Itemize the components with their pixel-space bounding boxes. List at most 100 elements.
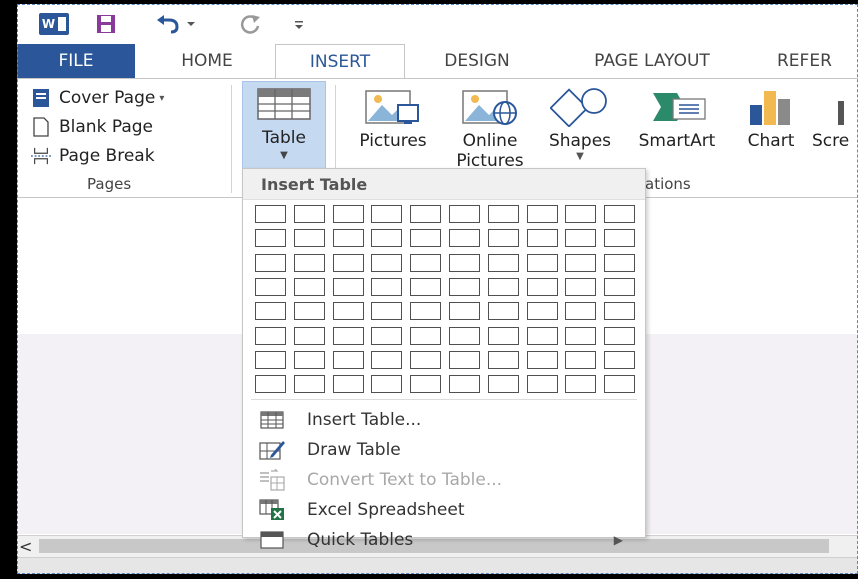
table-grid-cell[interactable]: [565, 205, 597, 223]
table-grid-cell[interactable]: [449, 205, 480, 223]
table-grid-cell[interactable]: [332, 375, 364, 394]
table-grid-cell[interactable]: [526, 302, 558, 321]
table-grid-cell[interactable]: [332, 302, 364, 321]
table-grid-cell[interactable]: [371, 302, 403, 321]
table-button[interactable]: Table ▼: [242, 81, 326, 177]
table-grid-cell[interactable]: [371, 205, 403, 223]
table-grid-cell[interactable]: [604, 302, 636, 321]
table-grid-cell[interactable]: [410, 253, 442, 272]
table-grid-cell[interactable]: [255, 277, 286, 296]
table-grid-cell[interactable]: [526, 375, 558, 394]
table-grid-cell[interactable]: [410, 302, 442, 321]
tab-references[interactable]: REFER: [777, 44, 858, 78]
table-grid-cell[interactable]: [604, 277, 636, 296]
shapes-button[interactable]: Shapes ▼: [539, 83, 621, 175]
table-grid-cell[interactable]: [371, 229, 403, 248]
table-grid-cell[interactable]: [293, 277, 325, 296]
convert-text-to-table-menu-item[interactable]: Convert Text to Table...: [243, 465, 645, 495]
table-grid-cell[interactable]: [604, 350, 636, 369]
page-break-button[interactable]: Page Break: [31, 143, 155, 169]
table-grid-cell[interactable]: [410, 326, 442, 345]
table-grid-cell[interactable]: [255, 350, 286, 369]
tab-file[interactable]: FILE: [17, 44, 135, 78]
online-pictures-button[interactable]: Online Pictures: [449, 83, 531, 175]
table-grid-cell[interactable]: [449, 350, 480, 369]
table-grid-cell[interactable]: [410, 350, 442, 369]
table-grid-cell[interactable]: [604, 253, 636, 272]
blank-page-button[interactable]: Blank Page: [31, 114, 153, 140]
table-grid-cell[interactable]: [565, 350, 597, 369]
table-grid-cell[interactable]: [449, 277, 480, 296]
table-grid-cell[interactable]: [332, 350, 364, 369]
table-grid-cell[interactable]: [526, 326, 558, 345]
table-grid-cell[interactable]: [371, 253, 403, 272]
table-grid-cell[interactable]: [487, 375, 519, 394]
table-grid-cell[interactable]: [293, 302, 325, 321]
table-grid-cell[interactable]: [604, 205, 636, 223]
table-grid-cell[interactable]: [449, 375, 480, 394]
excel-spreadsheet-menu-item[interactable]: Excel Spreadsheet: [243, 495, 645, 525]
table-grid-cell[interactable]: [526, 229, 558, 248]
table-grid-cell[interactable]: [371, 375, 403, 394]
table-grid-cell[interactable]: [449, 253, 480, 272]
table-grid-cell[interactable]: [449, 326, 480, 345]
table-grid-cell[interactable]: [565, 277, 597, 296]
table-grid-cell[interactable]: [255, 302, 286, 321]
table-grid-cell[interactable]: [332, 326, 364, 345]
cover-page-button[interactable]: Cover Page ▾: [31, 85, 164, 111]
word-logo-icon[interactable]: W: [39, 13, 69, 35]
table-grid-cell[interactable]: [293, 253, 325, 272]
undo-icon[interactable]: [155, 12, 197, 36]
table-grid-cell[interactable]: [604, 375, 636, 394]
table-grid-cell[interactable]: [526, 277, 558, 296]
table-grid-cell[interactable]: [410, 229, 442, 248]
table-grid-cell[interactable]: [255, 326, 286, 345]
table-grid-cell[interactable]: [410, 375, 442, 394]
table-grid-cell[interactable]: [371, 277, 403, 296]
table-grid-cell[interactable]: [526, 253, 558, 272]
table-grid-cell[interactable]: [255, 253, 286, 272]
table-grid-cell[interactable]: [487, 277, 519, 296]
tab-home[interactable]: HOME: [152, 44, 262, 78]
table-grid-cell[interactable]: [565, 326, 597, 345]
table-grid-cell[interactable]: [449, 229, 480, 248]
table-grid-cell[interactable]: [255, 205, 286, 223]
table-grid-cell[interactable]: [293, 229, 325, 248]
table-grid-cell[interactable]: [487, 205, 519, 223]
quick-tables-menu-item[interactable]: Quick Tables ▶: [243, 525, 645, 555]
table-grid-cell[interactable]: [332, 253, 364, 272]
table-grid-cell[interactable]: [565, 375, 597, 394]
table-grid-cell[interactable]: [487, 326, 519, 345]
table-grid-cell[interactable]: [293, 350, 325, 369]
table-grid-cell[interactable]: [332, 229, 364, 248]
tab-page-layout[interactable]: PAGE LAYOUT: [562, 44, 742, 78]
table-grid-cell[interactable]: [604, 229, 636, 248]
table-grid-cell[interactable]: [371, 350, 403, 369]
smartart-button[interactable]: SmartArt: [626, 83, 728, 175]
table-grid-cell[interactable]: [487, 350, 519, 369]
table-grid-cell[interactable]: [255, 229, 286, 248]
table-grid-cell[interactable]: [449, 302, 480, 321]
table-grid-cell[interactable]: [410, 205, 442, 223]
chart-button[interactable]: Chart: [735, 83, 807, 175]
scroll-left-arrow-icon[interactable]: <: [19, 536, 33, 557]
table-grid-cell[interactable]: [487, 253, 519, 272]
pictures-button[interactable]: Pictures: [347, 83, 439, 175]
redo-icon[interactable]: [237, 12, 265, 36]
insert-table-menu-item[interactable]: Insert Table...: [243, 405, 645, 435]
table-grid-cell[interactable]: [293, 326, 325, 345]
tab-insert[interactable]: INSERT: [275, 44, 405, 79]
table-grid-cell[interactable]: [487, 229, 519, 248]
table-grid-cell[interactable]: [255, 375, 286, 394]
table-grid-cell[interactable]: [410, 277, 442, 296]
table-grid-cell[interactable]: [371, 326, 403, 345]
screenshot-button[interactable]: Scre: [812, 83, 858, 175]
draw-table-menu-item[interactable]: Draw Table: [243, 435, 645, 465]
table-grid-cell[interactable]: [526, 205, 558, 223]
customize-qat-icon[interactable]: [289, 12, 309, 36]
table-grid-cell[interactable]: [526, 350, 558, 369]
save-icon[interactable]: [95, 12, 117, 36]
table-grid-cell[interactable]: [487, 302, 519, 321]
table-grid-cell[interactable]: [604, 326, 636, 345]
table-grid-cell[interactable]: [565, 253, 597, 272]
